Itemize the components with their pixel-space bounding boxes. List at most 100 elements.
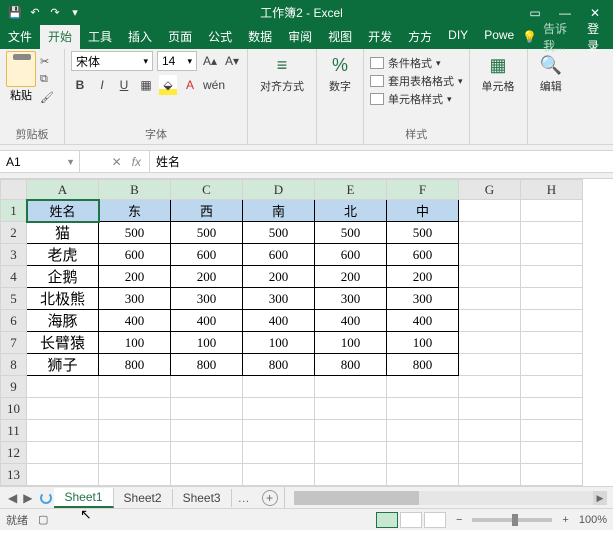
cell[interactable]: 200 <box>387 266 459 288</box>
row-header[interactable]: 3 <box>1 244 27 266</box>
cell[interactable] <box>521 266 583 288</box>
cell[interactable] <box>521 200 583 222</box>
cell[interactable] <box>315 420 387 442</box>
cell[interactable] <box>387 464 459 486</box>
tab-data[interactable]: 数据 <box>240 25 280 49</box>
tab-layout[interactable]: 页面 <box>160 25 200 49</box>
underline-button[interactable]: U <box>115 75 133 95</box>
border-button[interactable]: ▦ <box>137 75 155 95</box>
cell[interactable]: 400 <box>99 310 171 332</box>
cell[interactable]: 企鹅 <box>27 266 99 288</box>
col-header[interactable]: H <box>521 180 583 200</box>
cell[interactable] <box>387 442 459 464</box>
row-header[interactable]: 10 <box>1 398 27 420</box>
cell[interactable]: 600 <box>243 244 315 266</box>
cell[interactable]: 200 <box>171 266 243 288</box>
tab-addin2[interactable]: DIY <box>440 25 476 49</box>
cell[interactable] <box>315 442 387 464</box>
cell[interactable] <box>459 354 521 376</box>
cell[interactable]: 400 <box>171 310 243 332</box>
row-header[interactable]: 4 <box>1 266 27 288</box>
font-name-combo[interactable]: 宋体▾ <box>71 51 153 71</box>
copy-icon[interactable]: ⧉ <box>40 73 58 87</box>
sheet-tab-3[interactable]: Sheet3 <box>173 489 232 507</box>
cell[interactable]: 北极熊 <box>27 288 99 310</box>
cell[interactable] <box>171 442 243 464</box>
cell[interactable] <box>521 442 583 464</box>
cell[interactable] <box>315 398 387 420</box>
cell[interactable]: 300 <box>315 288 387 310</box>
cell[interactable] <box>521 376 583 398</box>
col-header[interactable]: D <box>243 180 315 200</box>
cell[interactable] <box>243 464 315 486</box>
cut-icon[interactable]: ✂ <box>40 55 58 69</box>
cell[interactable]: 500 <box>315 222 387 244</box>
cell[interactable]: 西 <box>171 200 243 222</box>
tab-file[interactable]: 文件 <box>0 25 40 49</box>
cell[interactable]: 南 <box>243 200 315 222</box>
table-format-button[interactable]: 套用表格格式▾ <box>370 73 463 89</box>
cell[interactable] <box>171 420 243 442</box>
tab-home[interactable]: 开始 <box>40 25 80 49</box>
cell[interactable]: 800 <box>99 354 171 376</box>
tab-dev[interactable]: 开发 <box>360 25 400 49</box>
col-header[interactable]: B <box>99 180 171 200</box>
cell[interactable] <box>521 464 583 486</box>
row-header[interactable]: 5 <box>1 288 27 310</box>
zoom-level[interactable]: 100% <box>579 514 607 526</box>
cell-styles-button[interactable]: 单元格样式▾ <box>370 91 463 107</box>
macro-record-icon[interactable]: ▢ <box>38 513 48 526</box>
cell[interactable]: 800 <box>243 354 315 376</box>
cell[interactable]: 500 <box>243 222 315 244</box>
cell[interactable] <box>387 420 459 442</box>
cell[interactable] <box>459 222 521 244</box>
cell[interactable]: 海豚 <box>27 310 99 332</box>
cell[interactable]: 400 <box>387 310 459 332</box>
cell[interactable] <box>459 464 521 486</box>
ribbon-opts-icon[interactable]: ▭ <box>521 6 549 20</box>
tab-addin3[interactable]: Powe <box>476 25 522 49</box>
formula-input[interactable]: 姓名 <box>150 151 613 172</box>
cell[interactable]: 500 <box>171 222 243 244</box>
sheet-tab-1[interactable]: Sheet1 <box>54 488 113 508</box>
font-size-combo[interactable]: 14▾ <box>157 51 197 71</box>
cell[interactable]: 300 <box>387 288 459 310</box>
cell[interactable] <box>387 398 459 420</box>
horizontal-scrollbar[interactable]: ◀ ▶ <box>294 491 607 505</box>
cell[interactable] <box>27 420 99 442</box>
cell[interactable]: 北 <box>315 200 387 222</box>
cell[interactable]: 长臂猿 <box>27 332 99 354</box>
qat-more-icon[interactable]: ▾ <box>68 6 82 20</box>
cell[interactable]: 100 <box>243 332 315 354</box>
login-link[interactable]: 登录 <box>587 20 607 54</box>
tab-insert[interactable]: 插入 <box>120 25 160 49</box>
sheet-tab-2[interactable]: Sheet2 <box>114 489 173 507</box>
col-header[interactable]: G <box>459 180 521 200</box>
cell[interactable]: 500 <box>99 222 171 244</box>
select-all-corner[interactable] <box>1 180 27 200</box>
view-layout-icon[interactable] <box>400 512 422 528</box>
tab-tools[interactable]: 工具 <box>80 25 120 49</box>
row-header[interactable]: 9 <box>1 376 27 398</box>
cell[interactable] <box>27 442 99 464</box>
cell[interactable] <box>171 464 243 486</box>
cell[interactable] <box>171 398 243 420</box>
cell[interactable] <box>459 244 521 266</box>
grow-font-icon[interactable]: A▴ <box>201 51 219 71</box>
row-header[interactable]: 2 <box>1 222 27 244</box>
cell[interactable] <box>459 266 521 288</box>
cell[interactable]: 600 <box>171 244 243 266</box>
col-header[interactable]: F <box>387 180 459 200</box>
undo-icon[interactable]: ↶ <box>28 6 42 20</box>
cell[interactable] <box>521 420 583 442</box>
cell[interactable] <box>243 376 315 398</box>
cell[interactable]: 600 <box>315 244 387 266</box>
row-header[interactable]: 6 <box>1 310 27 332</box>
cell[interactable] <box>459 200 521 222</box>
row-header[interactable]: 8 <box>1 354 27 376</box>
cell[interactable] <box>315 376 387 398</box>
tab-view[interactable]: 视图 <box>320 25 360 49</box>
cell[interactable]: 姓名 <box>27 200 99 222</box>
scroll-thumb[interactable] <box>294 491 419 505</box>
col-header[interactable]: A <box>27 180 99 200</box>
